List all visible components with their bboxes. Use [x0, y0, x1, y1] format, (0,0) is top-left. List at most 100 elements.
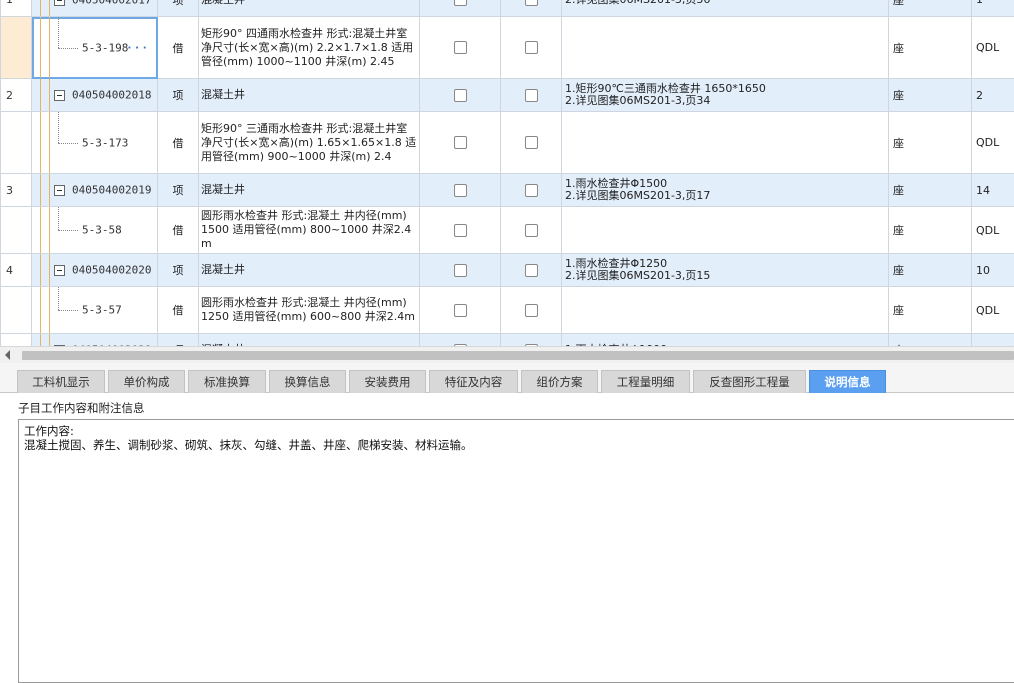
checkbox[interactable] [453, 263, 467, 277]
quantity-cell[interactable]: 1 [971, 0, 1014, 17]
unit-cell[interactable]: 座 [888, 111, 972, 174]
quantity-cell[interactable]: 14 [971, 173, 1014, 207]
checkbox-cell[interactable] [500, 206, 562, 254]
table-row[interactable]: 5-3-173 借矩形90° 三通雨水检查井 形式:混凝土井室净尺寸(长×宽×高)… [0, 111, 1014, 174]
horizontal-scrollbar[interactable] [0, 346, 1014, 363]
name-cell[interactable]: 矩形90° 三通雨水检查井 形式:混凝土井室净尺寸(长×宽×高)(m) 1.65… [198, 111, 420, 174]
checkbox[interactable] [453, 183, 467, 197]
description-textarea[interactable]: 工作内容: 混凝土搅固、养生、调制砂浆、砌筑、抹灰、勾缝、井盖、井座、爬梯安装、… [18, 419, 1014, 683]
checkbox-cell[interactable] [419, 16, 501, 79]
checkbox[interactable] [524, 263, 538, 277]
tab-7[interactable]: 工程量明细 [601, 370, 690, 393]
checkbox[interactable] [524, 88, 538, 102]
checkbox-cell[interactable] [500, 253, 562, 287]
checkbox-cell[interactable] [419, 111, 501, 174]
name-cell[interactable]: 矩形90° 四通雨水检查井 形式:混凝土井室净尺寸(长×宽×高)(m) 2.2×… [198, 16, 420, 79]
checkbox[interactable] [453, 303, 467, 317]
scroll-thumb[interactable] [22, 351, 1014, 360]
checkbox-cell[interactable] [500, 333, 562, 346]
scroll-left-arrow-icon[interactable] [5, 350, 10, 360]
table-row[interactable]: 5-3-198 ··· 借矩形90° 四通雨水检查井 形式:混凝土井室净尺寸(长×宽… [0, 16, 1014, 79]
checkbox[interactable] [524, 303, 538, 317]
table-row[interactable]: 5-3-57 借圆形雨水检查井 形式:混凝土 井内径(mm) 1250 适用管径(… [0, 286, 1014, 334]
checkbox-cell[interactable] [500, 78, 562, 112]
tab-3[interactable]: 换算信息 [269, 370, 346, 393]
checkbox-cell[interactable] [500, 173, 562, 207]
quantity-cell[interactable]: QDL [971, 16, 1014, 79]
code-cell[interactable]: 040504002018 [31, 78, 158, 112]
checkbox[interactable] [524, 0, 538, 7]
unit-cell[interactable]: 座 [888, 286, 972, 334]
quantity-cell[interactable]: QDL [971, 206, 1014, 254]
name-cell[interactable]: 混凝土井 [198, 173, 420, 207]
unit-cell[interactable]: 座 [888, 333, 972, 346]
collapse-icon[interactable] [54, 90, 65, 101]
checkbox[interactable] [453, 223, 467, 237]
name-cell[interactable]: 混凝土井 [198, 78, 420, 112]
unit-cell[interactable]: 座 [888, 16, 972, 79]
checkbox-cell[interactable] [500, 0, 562, 17]
quantity-cell[interactable]: 36 [971, 333, 1014, 346]
collapse-icon[interactable] [54, 185, 65, 196]
more-options-icon[interactable]: ··· [126, 41, 149, 54]
table-row[interactable]: 5040504002021项混凝土井 1.雨水检查井Φ1000座36 [0, 333, 1014, 346]
feature-cell[interactable]: 1.雨水检查井Φ1500 2.详见图集06MS201-3,页17 [561, 173, 889, 207]
table-row[interactable]: 1040504002017项混凝土井2.详见图集06MS201-3,页36座1 [0, 0, 1014, 17]
tab-5[interactable]: 特征及内容 [429, 370, 518, 393]
checkbox-cell[interactable] [419, 78, 501, 112]
name-cell[interactable]: 圆形雨水检查井 形式:混凝土 井内径(mm) 1250 适用管径(mm) 600… [198, 286, 420, 334]
checkbox-cell[interactable] [419, 206, 501, 254]
code-cell[interactable]: 5-3-58 [31, 206, 158, 254]
name-cell[interactable]: 混凝土井 [198, 0, 420, 17]
code-cell[interactable]: 040504002019 [31, 173, 158, 207]
checkbox[interactable] [453, 0, 467, 7]
quantity-cell[interactable]: QDL [971, 111, 1014, 174]
quantity-cell[interactable]: QDL [971, 286, 1014, 334]
checkbox-cell[interactable] [500, 286, 562, 334]
feature-cell[interactable] [561, 16, 889, 79]
code-cell[interactable]: 040504002021 [31, 333, 158, 346]
checkbox[interactable] [524, 223, 538, 237]
collapse-icon[interactable] [54, 0, 65, 6]
unit-cell[interactable]: 座 [888, 173, 972, 207]
tab-0[interactable]: 工料机显示 [17, 370, 105, 393]
checkbox-cell[interactable] [419, 333, 501, 346]
name-cell[interactable]: 混凝土井 [198, 333, 420, 346]
quantity-cell[interactable]: 10 [971, 253, 1014, 287]
feature-cell[interactable]: 1.雨水检查井Φ1000 [561, 333, 889, 346]
code-cell[interactable]: 040504002017 [31, 0, 158, 17]
unit-cell[interactable]: 座 [888, 0, 972, 17]
unit-cell[interactable]: 座 [888, 253, 972, 287]
tab-9[interactable]: 说明信息 [809, 370, 886, 393]
code-cell[interactable]: 5-3-57 [31, 286, 158, 334]
checkbox-cell[interactable] [419, 173, 501, 207]
unit-cell[interactable]: 座 [888, 78, 972, 112]
table-row[interactable]: 5-3-58 借圆形雨水检查井 形式:混凝土 井内径(mm) 1500 适用管径(… [0, 206, 1014, 254]
feature-cell[interactable] [561, 206, 889, 254]
table-row[interactable]: 3 040504002019 项混凝土井 1.雨水检查井Φ1500 2.详见图集06MS… [0, 173, 1014, 207]
code-cell[interactable]: 040504002020 [31, 253, 158, 287]
checkbox[interactable] [453, 88, 467, 102]
tab-1[interactable]: 单价构成 [108, 370, 185, 393]
feature-cell[interactable]: 1.雨水检查井Φ1250 2.详见图集06MS201-3,页15 [561, 253, 889, 287]
tab-8[interactable]: 反查图形工程量 [693, 370, 806, 393]
checkbox-cell[interactable] [500, 111, 562, 174]
name-cell[interactable]: 圆形雨水检查井 形式:混凝土 井内径(mm) 1500 适用管径(mm) 800… [198, 206, 420, 254]
feature-cell[interactable] [561, 286, 889, 334]
checkbox[interactable] [453, 41, 467, 55]
checkbox[interactable] [524, 136, 538, 150]
table-row[interactable]: 4 040504002020 项混凝土井 1.雨水检查井Φ1250 2.详见图集06MS… [0, 253, 1014, 287]
tab-6[interactable]: 组价方案 [521, 370, 598, 393]
tab-4[interactable]: 安装费用 [349, 370, 426, 393]
tab-2[interactable]: 标准换算 [188, 370, 266, 393]
checkbox[interactable] [453, 136, 467, 150]
collapse-icon[interactable] [54, 265, 65, 276]
feature-cell[interactable]: 2.详见图集06MS201-3,页36 [561, 0, 889, 17]
name-cell[interactable]: 混凝土井 [198, 253, 420, 287]
table-row[interactable]: 2 040504002018 项混凝土井 1.矩形90℃三通雨水检查井 1650*16… [0, 78, 1014, 112]
checkbox-cell[interactable] [419, 0, 501, 17]
checkbox-cell[interactable] [500, 16, 562, 79]
checkbox[interactable] [524, 41, 538, 55]
feature-cell[interactable]: 1.矩形90℃三通雨水检查井 1650*1650 2.详见图集06MS201-3,… [561, 78, 889, 112]
checkbox-cell[interactable] [419, 286, 501, 334]
